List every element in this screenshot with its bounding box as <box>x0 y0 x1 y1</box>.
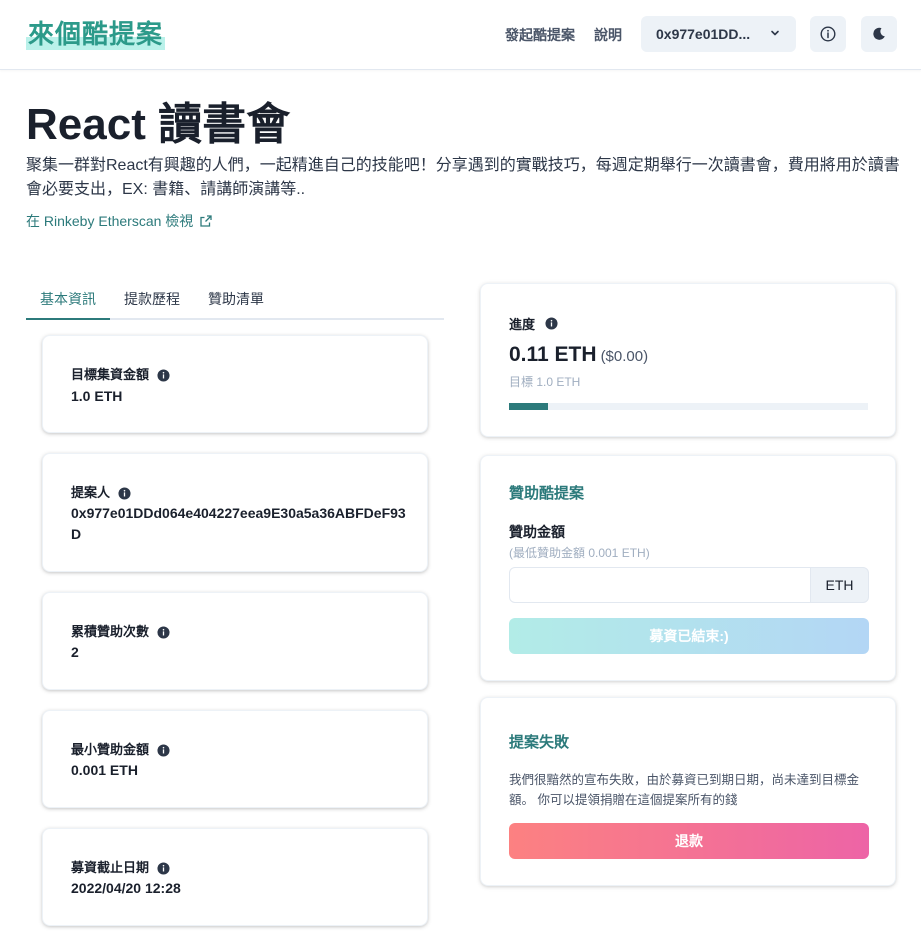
sponsor-submit-button[interactable]: 募資已結束:) <box>509 618 869 654</box>
proposal-failed-card: 提案失敗 我們很黯然的宣布失敗，由於募資已到期日期，尚未達到目標金額。 你可以提… <box>480 697 896 886</box>
failed-message: 我們很黯然的宣布失敗，由於募資已到期日期，尚未達到目標金額。 你可以提領捐贈在這… <box>509 773 860 807</box>
info-card-proposer: 提案人 0x977e01DDd064e404227eea9E30a5a36ABF… <box>42 453 428 572</box>
wallet-address-button[interactable]: 0x977e01DD... <box>641 16 796 52</box>
wallet-address: 0x977e01DD... <box>656 26 751 42</box>
tab-withdraw-history[interactable]: 提款歷程 <box>110 282 194 320</box>
info-card-min-sponsor: 最小贊助金額 0.001 ETH <box>42 710 428 808</box>
progress-bar-fill <box>509 403 549 410</box>
info-card-value: 0x977e01DDd064e404227eea9E30a5a36ABFDeF9… <box>71 505 406 542</box>
info-card-target-amount: 目標集資金額 1.0 ETH <box>42 335 428 433</box>
page-title: React 讀書會 <box>26 100 291 149</box>
info-icon[interactable] <box>157 625 170 639</box>
info-card-value: 1.0 ETH <box>71 388 123 404</box>
info-icon[interactable] <box>545 317 558 330</box>
info-card-value: 2 <box>71 644 79 660</box>
tab-sponsor-list[interactable]: 贊助清單 <box>194 282 278 320</box>
tab-basic-info[interactable]: 基本資訊 <box>26 282 110 320</box>
info-card-deadline: 募資截止日期 2022/04/20 12:28 <box>42 828 428 926</box>
sponsor-heading: 贊助酷提案 <box>509 485 585 502</box>
nav-propose-link[interactable]: 發起酷提案 <box>505 26 575 44</box>
info-card-value: 2022/04/20 12:28 <box>71 880 181 896</box>
sponsor-amount-input[interactable] <box>509 567 811 603</box>
info-card-label: 累積贊助次數 <box>71 624 150 639</box>
info-card-label: 最小贊助金額 <box>71 742 150 757</box>
etherscan-link-label: 在 Rinkeby Etherscan 檢視 <box>26 213 194 229</box>
moon-icon <box>873 27 885 40</box>
info-card-label: 目標集資金額 <box>71 367 150 382</box>
theme-toggle-button[interactable] <box>861 16 897 52</box>
nav-help-link[interactable]: 說明 <box>594 26 622 44</box>
info-icon[interactable] <box>157 368 170 382</box>
info-card-label: 提案人 <box>71 485 111 500</box>
eth-unit-addon: ETH <box>810 567 869 603</box>
info-card-label: 募資截止日期 <box>71 860 150 875</box>
chevron-down-icon <box>771 30 779 36</box>
progress-label: 進度 <box>509 317 536 332</box>
goal-text: 目標 1.0 ETH <box>509 375 581 389</box>
info-card-sponsor-count: 累積贊助次數 2 <box>42 592 428 690</box>
raised-usd: ($0.00) <box>600 348 649 365</box>
top-navbar: 來個酷提案 發起酷提案 說明 0x977e01DD... <box>0 0 921 70</box>
progress-card: 進度 0.11 ETH ($0.00) 目標 1.0 ETH <box>480 283 896 437</box>
refund-button[interactable]: 退款 <box>509 823 869 859</box>
raised-amount: 0.11 ETH ($0.00) <box>509 342 648 370</box>
info-circle-icon <box>820 26 836 42</box>
failed-heading: 提案失敗 <box>509 734 570 751</box>
site-logo[interactable]: 來個酷提案 <box>26 18 166 50</box>
info-icon[interactable] <box>157 861 170 875</box>
progress-bar <box>509 403 868 410</box>
sponsor-amount-label: 贊助金額 <box>509 524 565 540</box>
info-icon[interactable] <box>157 743 170 757</box>
info-button[interactable] <box>810 16 846 52</box>
info-icon[interactable] <box>118 486 131 500</box>
etherscan-link[interactable]: 在 Rinkeby Etherscan 檢視 <box>26 211 213 231</box>
raised-eth: 0.11 ETH <box>509 343 597 366</box>
project-description: 聚集一群對React有興趣的人們，一起精進自己的技能吧！分享遇到的實戰技巧，每週… <box>26 157 900 198</box>
sponsor-min-hint: (最低贊助金額 0.001 ETH) <box>509 546 650 560</box>
external-link-icon <box>200 215 212 227</box>
project-tabs: 基本資訊 提款歷程 贊助清單 <box>26 282 444 320</box>
sponsor-card: 贊助酷提案 贊助金額 (最低贊助金額 0.001 ETH) ETH 募資已結束:… <box>480 455 896 681</box>
info-card-value: 0.001 ETH <box>71 762 138 778</box>
